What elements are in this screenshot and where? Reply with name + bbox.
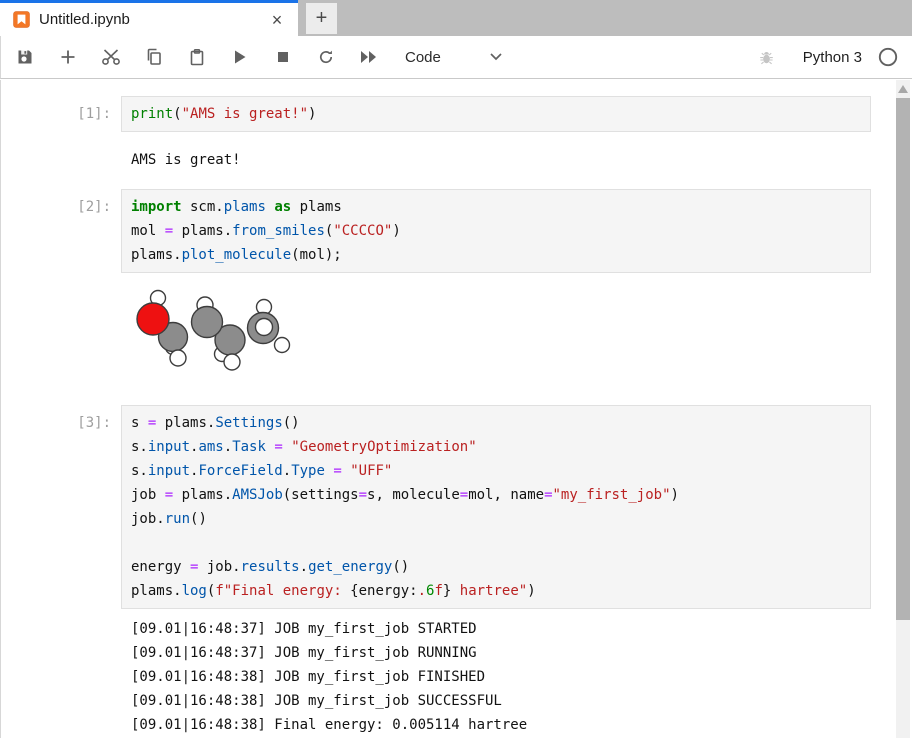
code-cell-input[interactable]: print("AMS is great!") [121,96,871,132]
interrupt-kernel-button[interactable] [273,47,293,67]
tab-title: Untitled.ipynb [39,11,266,28]
debugger-bug-icon[interactable] [757,47,777,67]
new-tab-button[interactable]: + [306,3,337,34]
run-cell-button[interactable] [230,47,250,67]
copy-cells-button[interactable] [144,47,164,67]
scrollbar-thumb[interactable] [896,98,910,620]
cut-cells-button[interactable] [101,47,121,67]
cell-type-value: Code [405,49,441,66]
paste-cells-button[interactable] [187,47,207,67]
input-prompt: [1]: [1,102,111,126]
tab-bar: Untitled.ipynb × + [0,0,912,36]
run-all-cells-button[interactable] [359,47,379,67]
notebook-panel: [1]: print("AMS is great!") AMS is great… [0,80,912,738]
save-button[interactable] [15,47,35,67]
code-cell-input[interactable]: s = plams.Settings()s.input.ams.Task = "… [121,405,871,609]
cell-output-text: AMS is great! [131,148,871,172]
input-prompt: [2]: [1,195,111,219]
close-tab-icon[interactable]: × [266,9,288,31]
scrollbar-up-arrow-icon[interactable] [898,85,908,93]
restart-kernel-button[interactable] [316,47,336,67]
code-cell-input[interactable]: import scm.plams as plamsmol = plams.fro… [121,189,871,273]
cell-type-dropdown[interactable]: Code [405,48,503,66]
kernel-status-icon[interactable] [878,47,898,67]
cell-output-log: [09.01|16:48:37] JOB my_first_job STARTE… [131,617,871,737]
molecule-figure [126,285,301,377]
input-prompt: [3]: [1,411,111,435]
chevron-down-icon [489,48,503,66]
notebook-tab[interactable]: Untitled.ipynb × [0,0,298,36]
kernel-name[interactable]: Python 3 [803,49,862,66]
vertical-scrollbar[interactable] [896,80,910,738]
jupyter-notebook-icon [13,11,30,28]
add-cell-button[interactable] [58,47,78,67]
notebook-toolbar: Code Python 3 [0,36,912,79]
